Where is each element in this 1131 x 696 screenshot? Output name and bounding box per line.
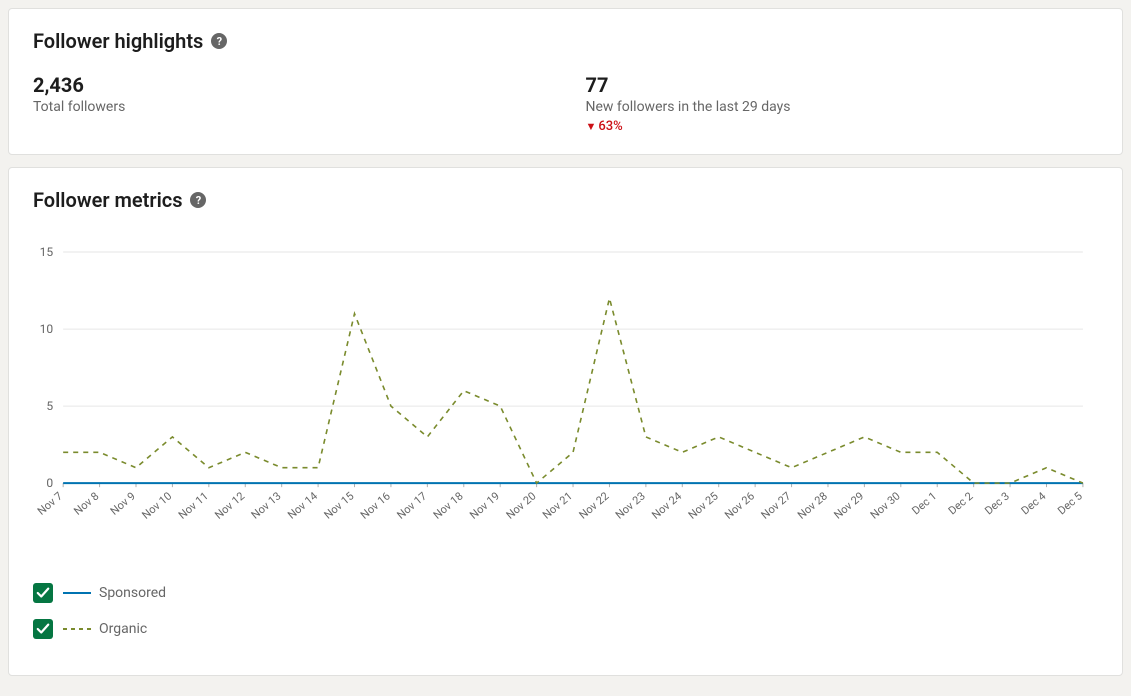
legend-label-sponsored: Sponsored [99,585,166,601]
svg-text:Nov 30: Nov 30 [868,490,903,522]
svg-text:Nov 16: Nov 16 [358,490,393,522]
svg-text:Nov 18: Nov 18 [431,490,466,522]
svg-text:Dec 5: Dec 5 [1055,490,1085,518]
svg-text:Nov 9: Nov 9 [108,490,138,518]
total-followers-label: Total followers [33,99,546,115]
svg-text:0: 0 [46,476,53,490]
svg-text:Nov 28: Nov 28 [795,490,830,522]
line-chart[interactable]: 051015Nov 7Nov 8Nov 9Nov 10Nov 11Nov 12N… [33,242,1098,543]
triangle-down-icon: ▼ [586,120,597,133]
legend-swatch-sponsored [63,586,91,600]
svg-text:Dec 4: Dec 4 [1019,490,1049,518]
metrics-title: Follower metrics [33,188,182,212]
svg-text:10: 10 [40,322,54,336]
chart-legend: Sponsored Organic [33,583,1098,639]
svg-text:Nov 8: Nov 8 [71,490,101,518]
svg-text:Nov 14: Nov 14 [285,490,320,522]
svg-text:Dec 3: Dec 3 [982,490,1012,518]
svg-text:Nov 11: Nov 11 [176,490,211,522]
svg-text:Nov 10: Nov 10 [139,490,174,522]
svg-text:Nov 23: Nov 23 [613,490,648,522]
svg-text:Nov 13: Nov 13 [249,490,284,522]
svg-text:Dec 1: Dec 1 [909,490,939,518]
svg-text:Nov 29: Nov 29 [831,490,866,522]
new-followers-stat: 77 New followers in the last 29 days ▼ 6… [586,73,1099,134]
delta-text: 63% [598,119,622,134]
svg-text:Nov 24: Nov 24 [649,490,684,522]
svg-text:Nov 21: Nov 21 [540,490,575,522]
chart-container: 051015Nov 7Nov 8Nov 9Nov 10Nov 11Nov 12N… [33,242,1098,543]
svg-text:Nov 22: Nov 22 [577,490,612,522]
legend-label-organic: Organic [99,621,147,637]
follower-highlights-card: Follower highlights ? 2,436 Total follow… [8,8,1123,155]
svg-text:Nov 25: Nov 25 [686,490,721,522]
total-followers-value: 2,436 [33,73,546,97]
delta-badge: ▼ 63% [586,119,623,134]
series-organic [63,298,1083,483]
legend-checkbox-sponsored[interactable] [33,583,53,603]
svg-text:Nov 26: Nov 26 [722,490,757,522]
svg-text:Nov 17: Nov 17 [394,490,429,522]
metrics-title-row: Follower metrics ? [33,188,206,212]
highlights-row: 2,436 Total followers 77 New followers i… [33,73,1098,134]
highlights-title: Follower highlights [33,29,203,53]
svg-text:15: 15 [40,245,54,259]
help-icon[interactable]: ? [211,33,227,49]
svg-text:Nov 19: Nov 19 [467,490,502,522]
legend-item-sponsored: Sponsored [33,583,1098,603]
svg-text:5: 5 [46,399,53,413]
follower-metrics-card: Follower metrics ? 0 5 10 15 Nov 7Nov 8Nov 9… [8,167,1123,676]
svg-text:Dec 2: Dec 2 [946,490,976,518]
svg-text:Nov 12: Nov 12 [212,490,247,522]
help-icon[interactable]: ? [190,192,206,208]
new-followers-label: New followers in the last 29 days [586,99,1099,115]
legend-checkbox-organic[interactable] [33,619,53,639]
svg-text:Nov 7: Nov 7 [35,490,65,518]
total-followers-stat: 2,436 Total followers [33,73,546,134]
legend-swatch-organic [63,622,91,636]
legend-item-organic: Organic [33,619,1098,639]
highlights-title-row: Follower highlights ? [33,29,227,53]
new-followers-value: 77 [586,73,1099,97]
svg-text:Nov 27: Nov 27 [759,490,794,522]
svg-text:Nov 20: Nov 20 [504,490,539,522]
svg-text:Nov 15: Nov 15 [322,490,357,522]
